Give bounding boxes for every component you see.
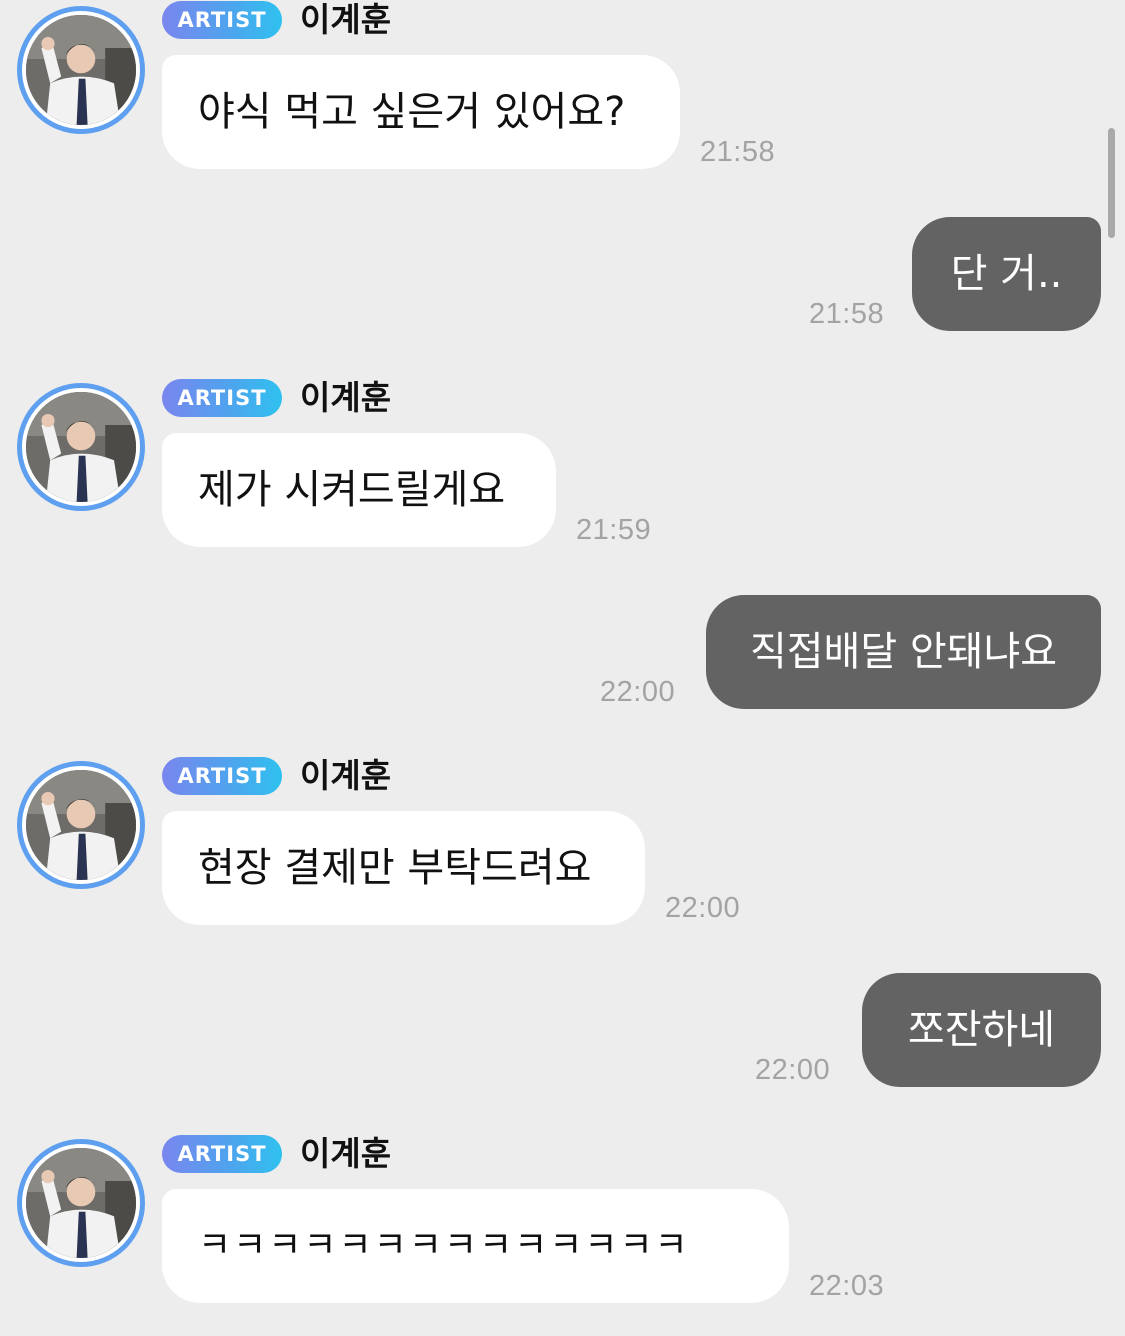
artist-avatar[interactable] — [17, 6, 145, 134]
avatar-photo — [26, 1148, 136, 1258]
artist-message-bubble[interactable]: 야식 먹고 싶은거 있어요? — [162, 55, 680, 169]
avatar-image — [26, 15, 136, 125]
artist-avatar[interactable] — [17, 1139, 145, 1267]
artist-badge: ARTIST — [162, 379, 282, 417]
sender-name: 이계훈 — [300, 756, 392, 795]
avatar-image — [26, 1148, 136, 1258]
artist-message-bubble[interactable]: 제가 시켜드릴게요 — [162, 433, 556, 547]
avatar-image — [26, 392, 136, 502]
message-timestamp: 22:00 — [665, 892, 741, 924]
fan-message-bubble[interactable]: 단 거.. — [912, 217, 1101, 331]
artist-badge: ARTIST — [162, 1, 282, 39]
fan-message-bubble[interactable]: 직접배달 안돼냐요 — [706, 595, 1101, 709]
artist-avatar[interactable] — [17, 761, 145, 889]
message-timestamp: 22:00 — [755, 1054, 831, 1086]
avatar-photo — [26, 770, 136, 880]
avatar-photo — [26, 392, 136, 502]
artist-avatar[interactable] — [17, 383, 145, 511]
sender-name: 이계훈 — [300, 1134, 392, 1173]
message-timestamp: 22:03 — [809, 1270, 885, 1302]
avatar-photo — [26, 15, 136, 125]
message-timestamp: 21:58 — [700, 136, 776, 168]
message-timestamp: 21:58 — [809, 298, 885, 330]
message-timestamp: 21:59 — [576, 514, 652, 546]
sender-name: 이계훈 — [300, 378, 392, 417]
artist-message-bubble[interactable]: 현장 결제만 부탁드려요 — [162, 811, 645, 925]
avatar-image — [26, 770, 136, 880]
message-timestamp: 22:00 — [600, 676, 676, 708]
sender-name: 이계훈 — [300, 0, 392, 39]
scrollbar[interactable] — [1108, 128, 1115, 238]
artist-badge: ARTIST — [162, 757, 282, 795]
fan-message-bubble[interactable]: 쪼잔하네 — [862, 973, 1101, 1087]
artist-badge: ARTIST — [162, 1135, 282, 1173]
artist-message-bubble[interactable]: ㅋㅋㅋㅋㅋㅋㅋㅋㅋㅋㅋㅋㅋㅋ — [162, 1189, 789, 1303]
